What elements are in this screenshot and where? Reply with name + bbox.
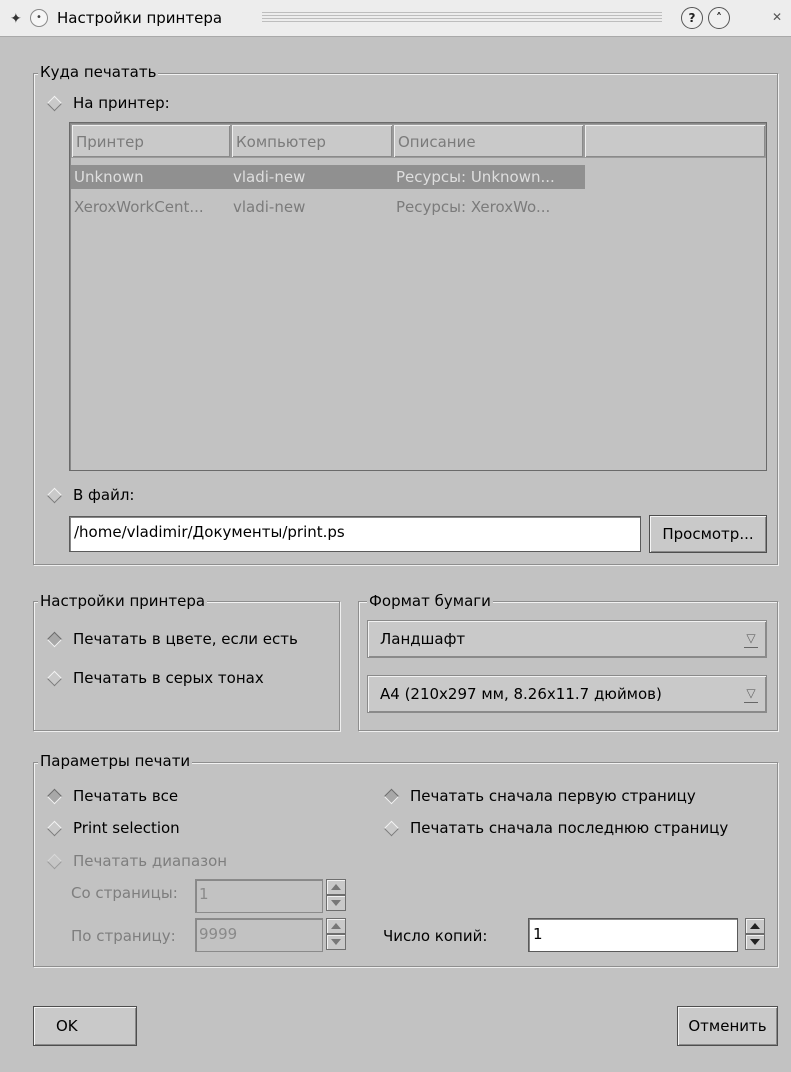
- shade-icon[interactable]: ˄: [708, 7, 730, 29]
- stepper-down-icon[interactable]: [326, 934, 346, 950]
- dropdown-arrow-icon: ▽: [744, 685, 758, 703]
- cancel-button[interactable]: Отменить: [677, 1006, 778, 1046]
- to-file-radio[interactable]: [46, 487, 62, 503]
- window-title: Настройки принтера: [57, 9, 223, 27]
- close-icon[interactable]: ✕: [766, 7, 788, 29]
- from-page-input[interactable]: 1: [195, 879, 323, 913]
- printer-settings-legend: Настройки принтера: [38, 592, 208, 610]
- to-printer-radio[interactable]: [46, 95, 62, 111]
- printer-list[interactable]: Принтер Компьютер Описание Unknown vladi…: [69, 122, 767, 471]
- print-range-label[interactable]: Печатать диапазон: [73, 852, 227, 870]
- file-path-input[interactable]: /home/vladimir/Документы/print.ps: [69, 516, 641, 552]
- stepper-up-icon[interactable]: [326, 879, 346, 895]
- printer-description: Ресурсы: Unknown...: [396, 168, 555, 186]
- printer-name: XeroxWorkCent...: [74, 198, 204, 216]
- title-bar-grip: [262, 12, 662, 24]
- dropdown-arrow-icon: ▽: [744, 630, 758, 648]
- color-label[interactable]: Печатать в цвете, если есть: [73, 630, 298, 648]
- print-selection-radio[interactable]: [46, 820, 62, 836]
- stepper-up-icon[interactable]: [745, 918, 765, 934]
- copies-label: Число копий:: [383, 927, 488, 945]
- to-page-label: По страницу:: [71, 927, 176, 945]
- print-selection-label[interactable]: Print selection: [73, 819, 180, 837]
- printer-row[interactable]: XeroxWorkCent... vladi-new Ресурсы: Xero…: [71, 195, 585, 219]
- destination-legend: Куда печатать: [38, 63, 159, 81]
- browse-button[interactable]: Просмотр...: [649, 515, 767, 553]
- printer-description: Ресурсы: XeroxWo...: [396, 198, 551, 216]
- printer-name: Unknown: [74, 168, 144, 186]
- column-header-printer[interactable]: Принтер: [71, 124, 231, 158]
- grayscale-radio[interactable]: [46, 670, 62, 686]
- to-page-input[interactable]: 9999: [195, 918, 323, 952]
- window-menu-icon[interactable]: •: [30, 9, 48, 27]
- from-page-label: Со страницы:: [71, 884, 178, 902]
- orientation-value: Ландшафт: [380, 630, 466, 648]
- from-page-stepper[interactable]: [326, 879, 346, 911]
- help-icon[interactable]: ?: [681, 7, 703, 29]
- stepper-down-icon[interactable]: [745, 934, 765, 950]
- grayscale-label[interactable]: Печатать в серых тонах: [73, 669, 264, 687]
- print-all-radio[interactable]: [46, 788, 62, 804]
- print-range-radio[interactable]: [46, 853, 62, 869]
- paper-size-value: A4 (210x297 мм, 8.26x11.7 дюймов): [380, 685, 662, 703]
- paper-format-legend: Формат бумаги: [367, 592, 493, 610]
- first-page-first-radio[interactable]: [383, 788, 399, 804]
- to-page-stepper[interactable]: [326, 918, 346, 950]
- to-printer-label[interactable]: На принтер:: [73, 94, 170, 112]
- stepper-up-icon[interactable]: [326, 918, 346, 934]
- printer-settings-group: [33, 601, 340, 731]
- printer-host: vladi-new: [233, 198, 306, 216]
- printer-row[interactable]: Unknown vladi-new Ресурсы: Unknown...: [71, 165, 585, 189]
- stepper-down-icon[interactable]: [326, 895, 346, 911]
- last-page-first-label[interactable]: Печатать сначала последнюю страницу: [410, 819, 728, 837]
- copies-input[interactable]: 1: [528, 918, 738, 952]
- orientation-select[interactable]: Ландшафт ▽: [367, 620, 767, 658]
- ok-button[interactable]: OK: [33, 1006, 137, 1046]
- print-all-label[interactable]: Печатать все: [73, 787, 178, 805]
- print-options-legend: Параметры печати: [38, 752, 193, 770]
- column-header-host[interactable]: Компьютер: [231, 124, 393, 158]
- column-header-description[interactable]: Описание: [393, 124, 584, 158]
- column-header-extra[interactable]: [584, 124, 766, 158]
- last-page-first-radio[interactable]: [383, 820, 399, 836]
- copies-stepper[interactable]: [745, 918, 765, 950]
- color-radio[interactable]: [46, 631, 62, 647]
- title-bar[interactable]: ✦ • Настройки принтера ? ˄ ✕: [0, 0, 791, 37]
- first-page-first-label[interactable]: Печатать сначала первую страницу: [410, 787, 696, 805]
- paper-size-select[interactable]: A4 (210x297 мм, 8.26x11.7 дюймов) ▽: [367, 675, 767, 713]
- printer-host: vladi-new: [233, 168, 306, 186]
- kde-icon[interactable]: ✦: [10, 11, 22, 27]
- to-file-label[interactable]: В файл:: [73, 486, 134, 504]
